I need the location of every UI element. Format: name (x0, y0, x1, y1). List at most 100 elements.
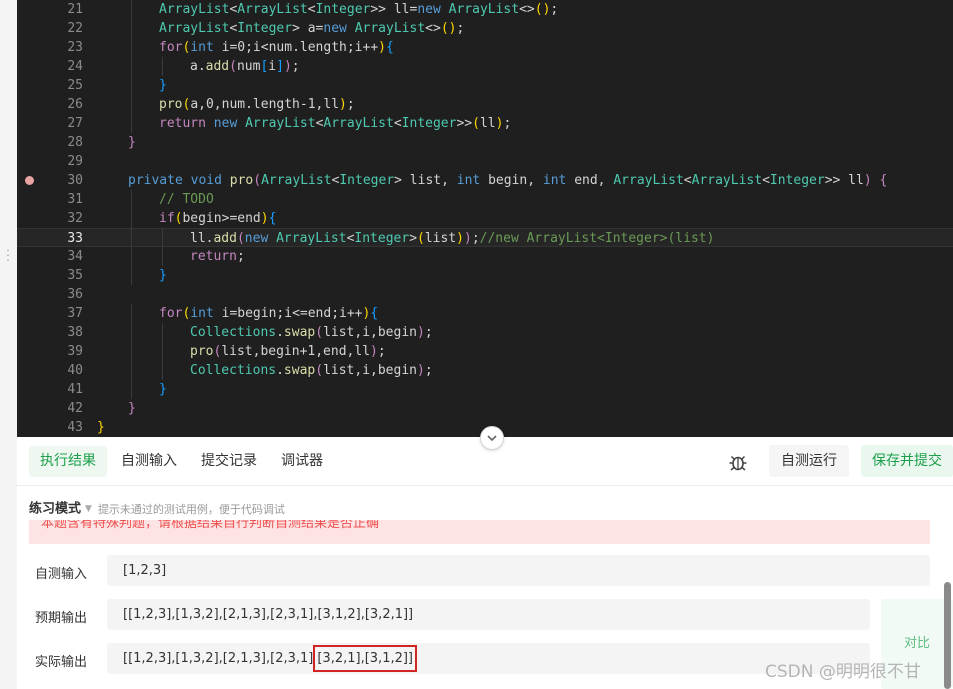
code-line[interactable]: 39 pro(list,begin+1,end,ll); (17, 342, 953, 361)
code-token: ArrayList (276, 231, 347, 246)
code-line[interactable]: 31 // TODO (17, 190, 953, 209)
code-token: ( (236, 231, 245, 246)
input-label: 自测输入 (35, 567, 88, 582)
code-token: ArrayList (245, 116, 316, 131)
code-line[interactable]: 28} (17, 133, 953, 152)
judge-alert: 本题含有特殊判题，请根据结果自行判断自测结果是否正确 (29, 520, 930, 544)
code-line[interactable]: 32 if(begin>=end){ (17, 209, 953, 228)
code-line[interactable]: 23 for(int i=0;i<num.length;i++){ (17, 38, 953, 57)
code-token: //new ArrayList<Integer>(list) (479, 231, 715, 246)
code-text: Collections.swap(list,i,begin); (190, 323, 433, 342)
code-line[interactable]: 37 for(int i=begin;i<=end;i++){ (17, 304, 953, 323)
code-token: int (456, 173, 481, 188)
code-text: ArrayList<Integer> a=new ArrayList<>(); (159, 19, 464, 38)
code-line[interactable]: 25} (17, 76, 953, 95)
code-line[interactable]: 24 a.add(num[i]); (17, 57, 953, 76)
code-token: ; (424, 325, 433, 340)
indent-guide (162, 342, 163, 361)
code-token: void (190, 173, 222, 188)
code-token: ; (236, 249, 245, 264)
line-number: 36 (67, 287, 83, 302)
save-and-submit-button[interactable]: 保存并提交 (861, 445, 953, 477)
code-line[interactable]: 21 ArrayList<ArrayList<Integer>> ll=new A… (17, 0, 953, 19)
code-line[interactable]: 29 (17, 152, 953, 171)
code-token: >> ll (824, 173, 864, 188)
scrollbar-thumb[interactable] (944, 582, 951, 689)
line-number: 34 (67, 249, 83, 264)
code-token: { (879, 173, 888, 188)
code-token: ) (260, 211, 269, 226)
code-text: } (159, 266, 167, 285)
code-token: . (276, 363, 284, 378)
code-token: i (268, 59, 277, 74)
code-token: { (370, 306, 379, 321)
code-token: ) (863, 173, 872, 188)
expected-value-box: [[1,2,3],[1,3,2],[2,1,3],[2,3,1],[3,1,2]… (107, 599, 870, 630)
code-token: pro (229, 173, 254, 188)
code-line[interactable]: 30 private void pro(ArrayList<Integer> li… (17, 171, 953, 190)
code-token: ; (471, 231, 480, 246)
drag-handle-icon[interactable]: · · · (4, 245, 12, 266)
collapse-panel-button[interactable] (480, 426, 504, 450)
tab-submit-history[interactable]: 提交记录 (190, 446, 268, 477)
code-line[interactable]: 35} (17, 266, 953, 285)
code-text: } (159, 380, 167, 399)
code-token: ) (456, 231, 464, 246)
code-token: Integer (354, 231, 410, 246)
line-number: 30 (67, 173, 83, 188)
code-token: ; (346, 97, 355, 112)
code-line[interactable]: 40 Collections.swap(list,i,begin); (17, 361, 953, 380)
alert-text: 本题含有特殊判题，请根据结果自行判断自测结果是否正确 (41, 520, 380, 531)
left-gutter: · · · (0, 0, 17, 689)
watermark: CSDN @明明很不甘 (765, 662, 921, 682)
code-line[interactable]: 38 Collections.swap(list,i,begin); (17, 323, 953, 342)
code-line[interactable]: 41} (17, 380, 953, 399)
bug-icon[interactable] (728, 452, 748, 472)
line-number: 27 (67, 116, 83, 131)
tab-debugger[interactable]: 调试器 (270, 446, 334, 477)
code-line[interactable]: 26 pro(a,0,num.length-1,ll); (17, 95, 953, 114)
code-token: ArrayList (159, 2, 230, 17)
actual-value-box: [[1,2,3],[1,3,2],[2,1,3],[2,3,1] [3,2,1],… (107, 643, 870, 674)
self-test-run-button[interactable]: 自测运行 (769, 445, 849, 477)
code-token: num (236, 59, 261, 74)
code-line[interactable]: 36 (17, 285, 953, 304)
line-number: 41 (67, 382, 83, 397)
code-text: Collections.swap(list,i,begin); (190, 361, 433, 380)
code-token: ) (416, 325, 425, 340)
code-token: ; (550, 2, 559, 17)
code-token: a. (190, 59, 206, 74)
code-token: ( (472, 116, 480, 131)
caret-down-icon[interactable]: ▼ (85, 499, 92, 519)
code-token: ArrayList (261, 173, 332, 188)
mode-label[interactable]: 练习模式 (29, 502, 81, 517)
code-token: ; (424, 363, 433, 378)
code-token: <> (425, 21, 441, 36)
code-token: Integer (237, 21, 293, 36)
code-editor[interactable]: 21 ArrayList<ArrayList<Integer>> ll=new A… (17, 0, 953, 437)
code-token: Integer (315, 2, 371, 17)
indent-guide (162, 323, 163, 342)
indent-guide (131, 19, 132, 38)
code-token: () (534, 2, 551, 17)
mode-selector[interactable]: 练习模式 ▼ 提示未通过的测试用例，便于代码调试 (29, 499, 285, 519)
indent-guide (131, 190, 132, 209)
code-token: private (128, 173, 183, 188)
code-line[interactable]: 33 ll.add(new ArrayList<Integer>(list));/… (17, 228, 953, 248)
code-line[interactable]: 34 return; (17, 247, 953, 266)
code-token: new (323, 21, 347, 36)
code-line[interactable]: 22 ArrayList<Integer> a=new ArrayList<>()… (17, 19, 953, 38)
code-text: return; (190, 247, 245, 266)
panel-scrollbar[interactable] (942, 576, 953, 689)
code-line[interactable]: 27 return new ArrayList<ArrayList<Integer… (17, 114, 953, 133)
code-token: swap (283, 325, 316, 340)
code-token: new (213, 116, 238, 131)
tab-self-test-input[interactable]: 自测输入 (110, 446, 188, 477)
code-line[interactable]: 42} (17, 399, 953, 418)
tab-result[interactable]: 执行结果 (29, 446, 107, 477)
code-token: ) (370, 344, 378, 359)
code-token: return (159, 116, 206, 131)
code-token: begin>=end (182, 211, 261, 226)
code-token: Integer (769, 173, 825, 188)
